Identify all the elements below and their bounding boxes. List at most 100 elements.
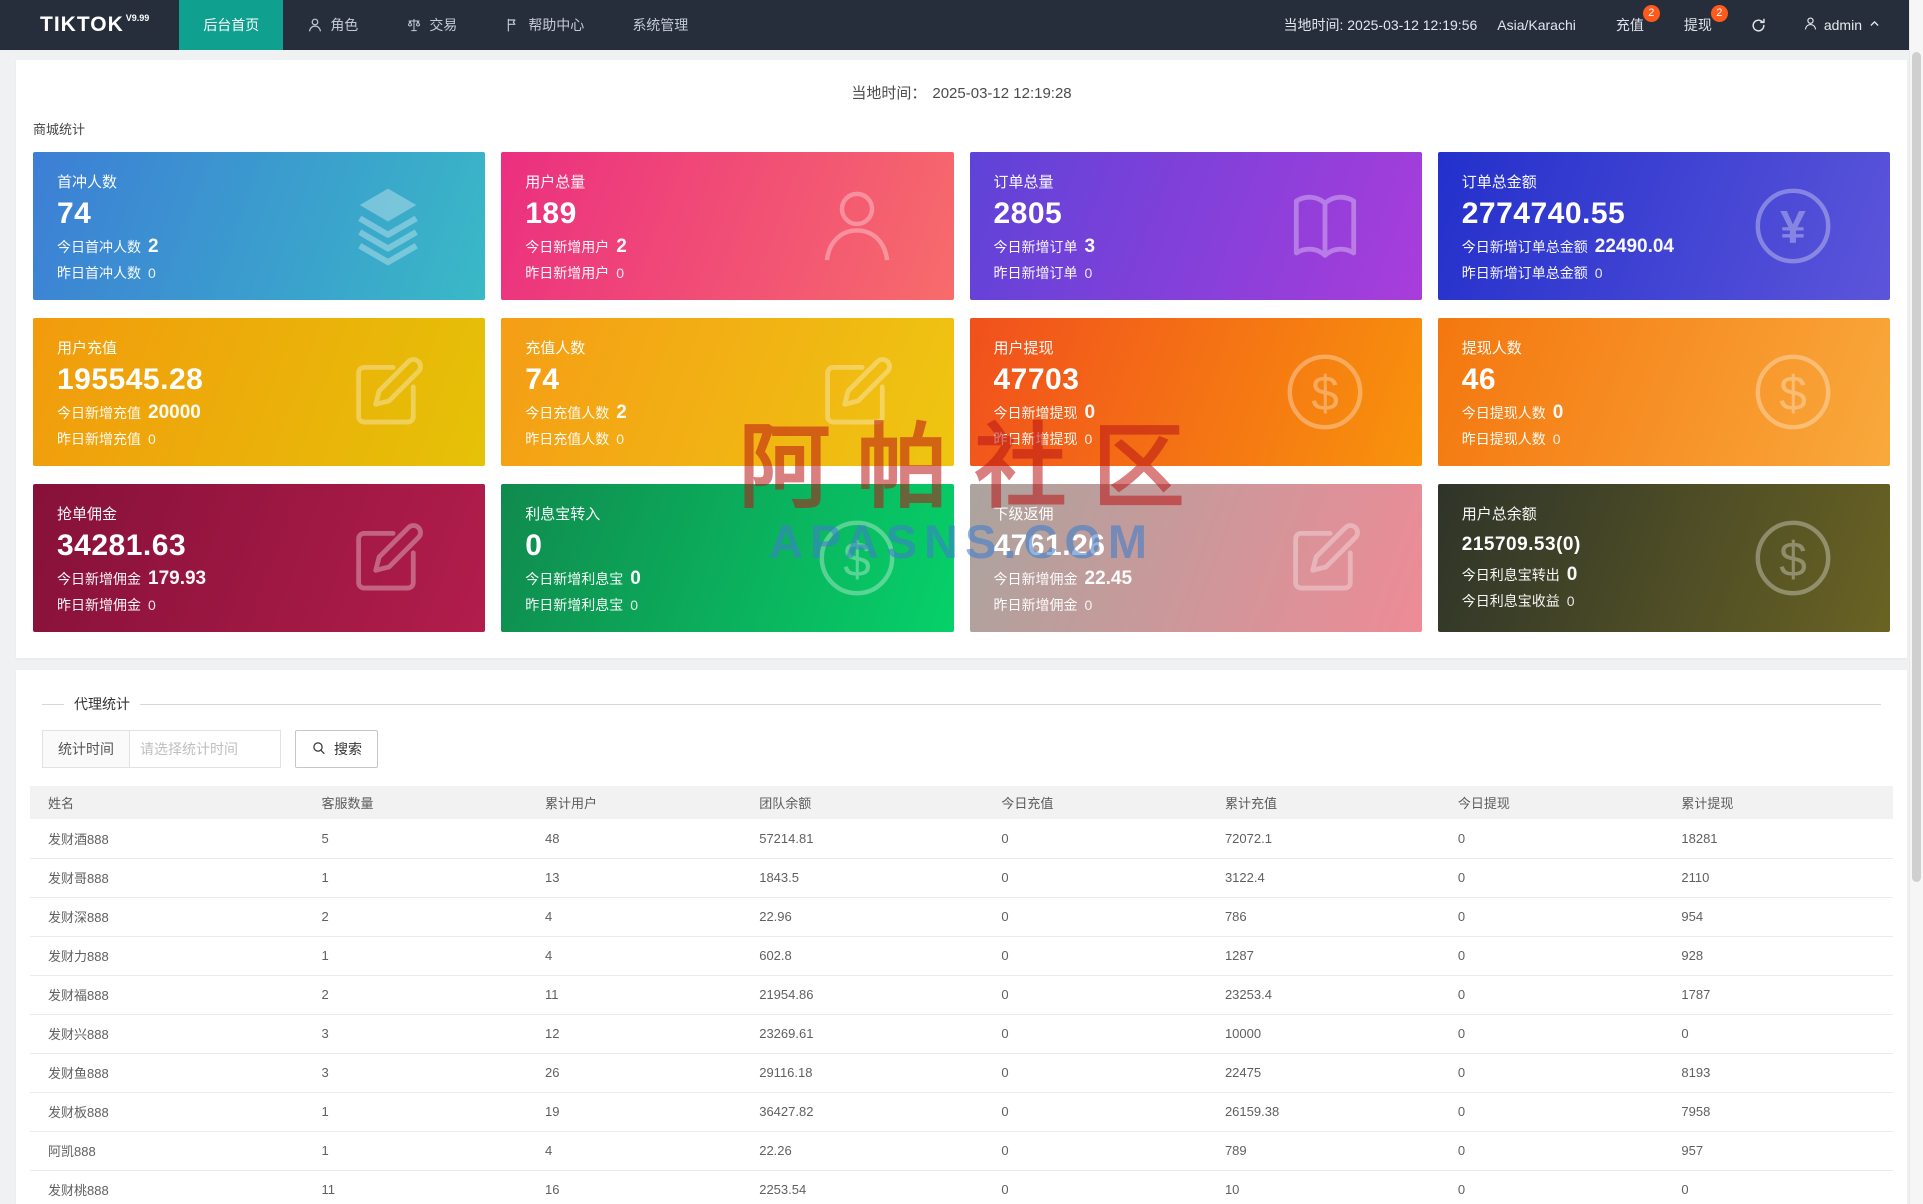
table-cell: 23253.4 [1212,975,1446,1015]
table-row: 发财哥888 1 13 1843.5 0 3122.4 0 2110 [30,858,1893,898]
table-cell: 1287 [1212,936,1446,976]
stat-card-line-value: 0 [616,265,625,281]
withdraw-button-label: 提现 [1683,17,1712,33]
table-row: 发财板888 1 19 36427.82 0 26159.38 0 7958 [30,1092,1893,1132]
agent-table-header-row: 姓名 客服数量 累计用户 团队余额 今日充值 累计充值 今日提现 累计提现 [30,786,1893,819]
table-cell: 0 [1445,1092,1670,1132]
stat-card-line-value: 0 [1594,265,1603,281]
top-navbar: TIKTOK V9.99 后台首页 角色 交易 帮助中心 系统管理 当地时间: 2025… [0,0,1923,50]
nav-item-4[interactable]: 帮助中心 [481,0,608,50]
table-cell: 786 [1212,897,1446,937]
flag-icon [505,17,521,33]
nav-item-label: 帮助中心 [528,17,585,33]
table-cell: 957 [1669,1131,1893,1171]
stat-card-line-label: 昨日新增订单总金额 [1461,265,1588,281]
stat-card-line-value: 22.45 [1084,568,1133,589]
stat-card-line-label: 今日利息宝转出 [1461,567,1560,583]
table-cell: 602.8 [747,936,990,976]
withdraw-button[interactable]: 提现 2 [1664,0,1732,50]
stat-card-line-value: 2 [148,236,159,257]
table-cell: 26159.38 [1212,1092,1446,1132]
search-button[interactable]: 搜索 [295,730,378,768]
table-cell: 0 [989,1014,1213,1054]
table-row: 发财福888 2 11 21954.86 0 23253.4 0 1787 [30,975,1893,1015]
stat-card-line-label: 今日新增用户 [525,239,610,255]
page-scrollbar-thumb[interactable] [1912,52,1921,882]
stat-card-line-value: 0 [1552,431,1561,447]
stats-panel: 当地时间： 2025-03-12 12:19:28 商城统计 首冲人数 74 今日首冲… [16,60,1907,658]
nav-item-3[interactable]: 交易 [382,0,481,50]
navbar-local-time-label: 当地时间: [1283,17,1344,33]
stat-card-line-label: 昨日新增充值 [57,431,141,447]
nav-item-5[interactable]: 系统管理 [608,0,712,50]
edit-icon [347,517,429,599]
panel-local-time: 当地时间： 2025-03-12 12:19:28 [33,74,1890,115]
page-body: 当地时间： 2025-03-12 12:19:28 商城统计 首冲人数 74 今日首冲… [0,50,1923,1204]
agent-fieldset: 代理统计 [42,694,1881,714]
table-cell: 1843.5 [747,858,990,898]
navbar-menu: 后台首页 角色 交易 帮助中心 系统管理 [179,0,712,50]
refresh-icon[interactable] [1732,0,1785,50]
table-cell: 0 [989,1092,1213,1132]
table-cell: 发财福888 [30,975,310,1015]
stat-card-line-value: 2 [616,402,627,423]
table-cell: 0 [989,975,1213,1015]
navbar-timezone: Asia/Karachi [1497,17,1576,33]
user-icon [1803,16,1818,34]
table-cell: 1 [309,1131,533,1171]
stat-card-line-value: 0 [616,431,625,447]
search-icon [311,740,327,759]
stat-card-line-label: 今日新增充值 [57,405,141,421]
table-cell: 22.26 [747,1131,990,1171]
page-scrollbar[interactable] [1909,0,1923,1204]
dollar-circle-icon: $ [816,517,898,599]
table-cell: 57214.81 [747,819,990,859]
table-cell: 72072.1 [1212,819,1446,859]
table-cell: 0 [989,936,1213,976]
stat-card-recharge-users: 充值人数 74 今日充值人数 2 昨日充值人数 0 [501,318,954,466]
table-cell: 21954.86 [747,975,990,1015]
app-logo-text: TIKTOK [40,13,124,36]
stat-card-order-commission: 抢单佣金 34281.63 今日新增佣金 179.93 昨日新增佣金 0 [33,484,486,632]
filter-time-input[interactable] [129,730,281,768]
user-menu[interactable]: admin [1785,0,1923,50]
agent-stats-panel: 代理统计 统计时间 搜索 姓名客服数量累计用户团队余额今日充值累计充值今日提现累… [16,670,1907,1204]
stat-card-line-label: 昨日提现人数 [1461,431,1546,447]
table-header-cell: 累计用户 [532,786,748,819]
table-cell: 789 [1212,1131,1446,1171]
table-cell: 0 [1445,1053,1670,1093]
search-button-label: 搜索 [334,741,362,757]
navbar-local-time-value: 2025-03-12 12:19:56 [1347,17,1478,33]
table-row: 发财深888 2 4 22.96 0 786 0 954 [30,897,1893,937]
navbar-right: 当地时间: 2025-03-12 12:19:56 Asia/Karachi 充… [1273,0,1923,50]
stats-section-title: 商城统计 [33,122,86,137]
table-cell: 1 [309,858,533,898]
table-cell: 0 [1445,1131,1670,1171]
table-cell: 发财兴888 [30,1014,310,1054]
table-cell: 发财鱼888 [30,1053,310,1093]
table-cell: 0 [1669,1014,1893,1054]
app-logo[interactable]: TIKTOK V9.99 [0,0,179,50]
table-cell: 7958 [1669,1092,1893,1132]
table-header-cell: 累计充值 [1212,786,1446,819]
recharge-badge: 2 [1642,5,1660,22]
stat-card-line-value: 0 [148,431,156,447]
nav-item-2[interactable]: 角色 [283,0,382,50]
recharge-button[interactable]: 充值 2 [1596,0,1664,50]
stat-card-user-recharge: 用户充值 195545.28 今日新增充值 20000 昨日新增充值 0 [33,318,486,466]
nav-item-1[interactable]: 后台首页 [179,0,284,50]
table-cell: 0 [989,1170,1213,1204]
table-row: 阿凯888 1 4 22.26 0 789 0 957 [30,1131,1893,1171]
table-cell: 4 [532,897,748,937]
stat-card-line-label: 昨日新增佣金 [57,597,141,613]
stat-card-line-label: 今日新增订单 [993,239,1078,255]
edit-icon [816,351,898,433]
stat-card-line-value: 0 [1552,402,1564,423]
table-cell: 发财哥888 [30,858,310,898]
table-cell: 11 [532,975,748,1015]
table-cell: 0 [1445,819,1670,859]
agent-legend: 代理统计 [74,696,130,712]
table-cell: 发财酒888 [30,819,310,859]
table-cell: 10000 [1212,1014,1446,1054]
edit-icon [1284,517,1366,599]
